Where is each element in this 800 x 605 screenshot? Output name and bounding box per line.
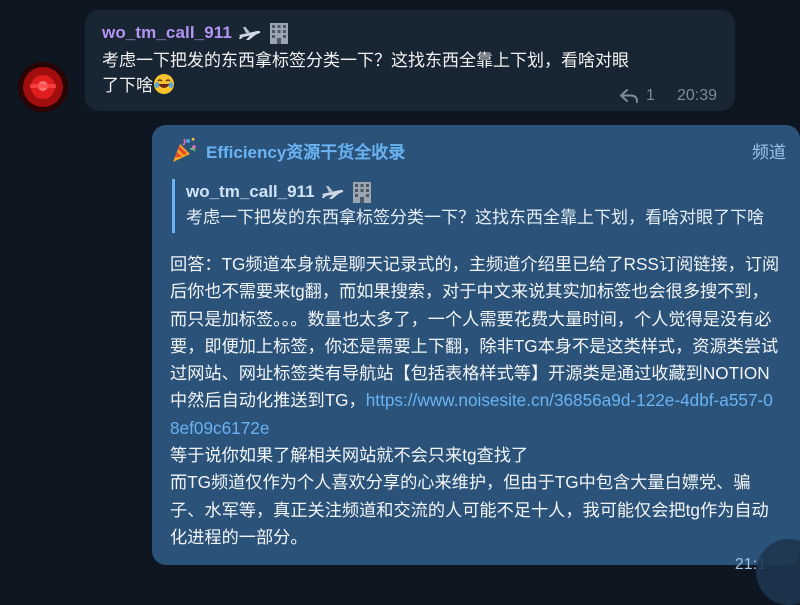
message-line-2: 了下啥 <box>102 76 153 95</box>
incoming-message[interactable]: wo_tm_call_911 考虑一下把发的东西拿标签分类一下？这找东西全靠上下… <box>85 10 735 111</box>
message-time: 20:39 <box>676 87 717 104</box>
avatar-image <box>18 62 68 112</box>
reply-count[interactable]: 1 <box>646 87 655 105</box>
message-text: 考虑一下把发的东西拿标签分类一下？这找东西全靠上下划，看啥对眼 了下啥 <box>102 48 702 98</box>
building-icon <box>269 23 288 44</box>
channel-post[interactable]: Efficiency资源干货全收录 频道 wo_tm_call_911 考虑一下… <box>152 125 800 605</box>
quote-sender-row: wo_tm_call_911 <box>186 179 786 205</box>
reply-quote[interactable]: wo_tm_call_911 考虑一下把发的东西拿标签分类一下？这找东西全靠上下… <box>172 179 786 233</box>
party-popper-icon <box>173 137 196 162</box>
message-meta: 1 20:39 <box>620 87 717 105</box>
airplane-icon <box>238 27 261 40</box>
answer-paragraph-3: 而TG频道仅作为个人喜欢分享的心来维护，但由于TG中包含大量白嫖党、骗子、水军等… <box>170 472 769 547</box>
sender-row: wo_tm_call_911 <box>102 20 719 46</box>
airplane-icon <box>321 186 343 199</box>
quote-sender-name: wo_tm_call_911 <box>186 182 315 201</box>
channel-name[interactable]: Efficiency资源干货全收录 <box>206 138 752 163</box>
channel-badge: 频道 <box>752 142 786 162</box>
laughing-emoji-icon <box>154 74 174 94</box>
message-line-1: 考虑一下把发的东西拿标签分类一下？这找东西全靠上下划，看啥对眼 <box>102 51 629 70</box>
answer-paragraph-1: 回答：TG频道本身就是聊天记录式的，主频道介绍里已给了RSS订阅链接，订阅后你也… <box>170 254 780 411</box>
answer-text: 回答：TG频道本身就是聊天记录式的，主频道介绍里已给了RSS订阅链接，订阅后你也… <box>170 251 782 551</box>
building-icon <box>352 182 371 203</box>
quote-text: 考虑一下把发的东西拿标签分类一下？这找东西全靠上下划，看啥对眼了下啥 <box>186 208 764 227</box>
reply-icon[interactable] <box>620 89 639 103</box>
post-header: Efficiency资源干货全收录 频道 <box>170 135 786 165</box>
sender-name[interactable]: wo_tm_call_911 <box>102 23 232 43</box>
answer-paragraph-2: 等于说你如果了解相关网站就不会只来tg查找了 <box>170 445 529 466</box>
sender-avatar[interactable] <box>18 62 68 112</box>
